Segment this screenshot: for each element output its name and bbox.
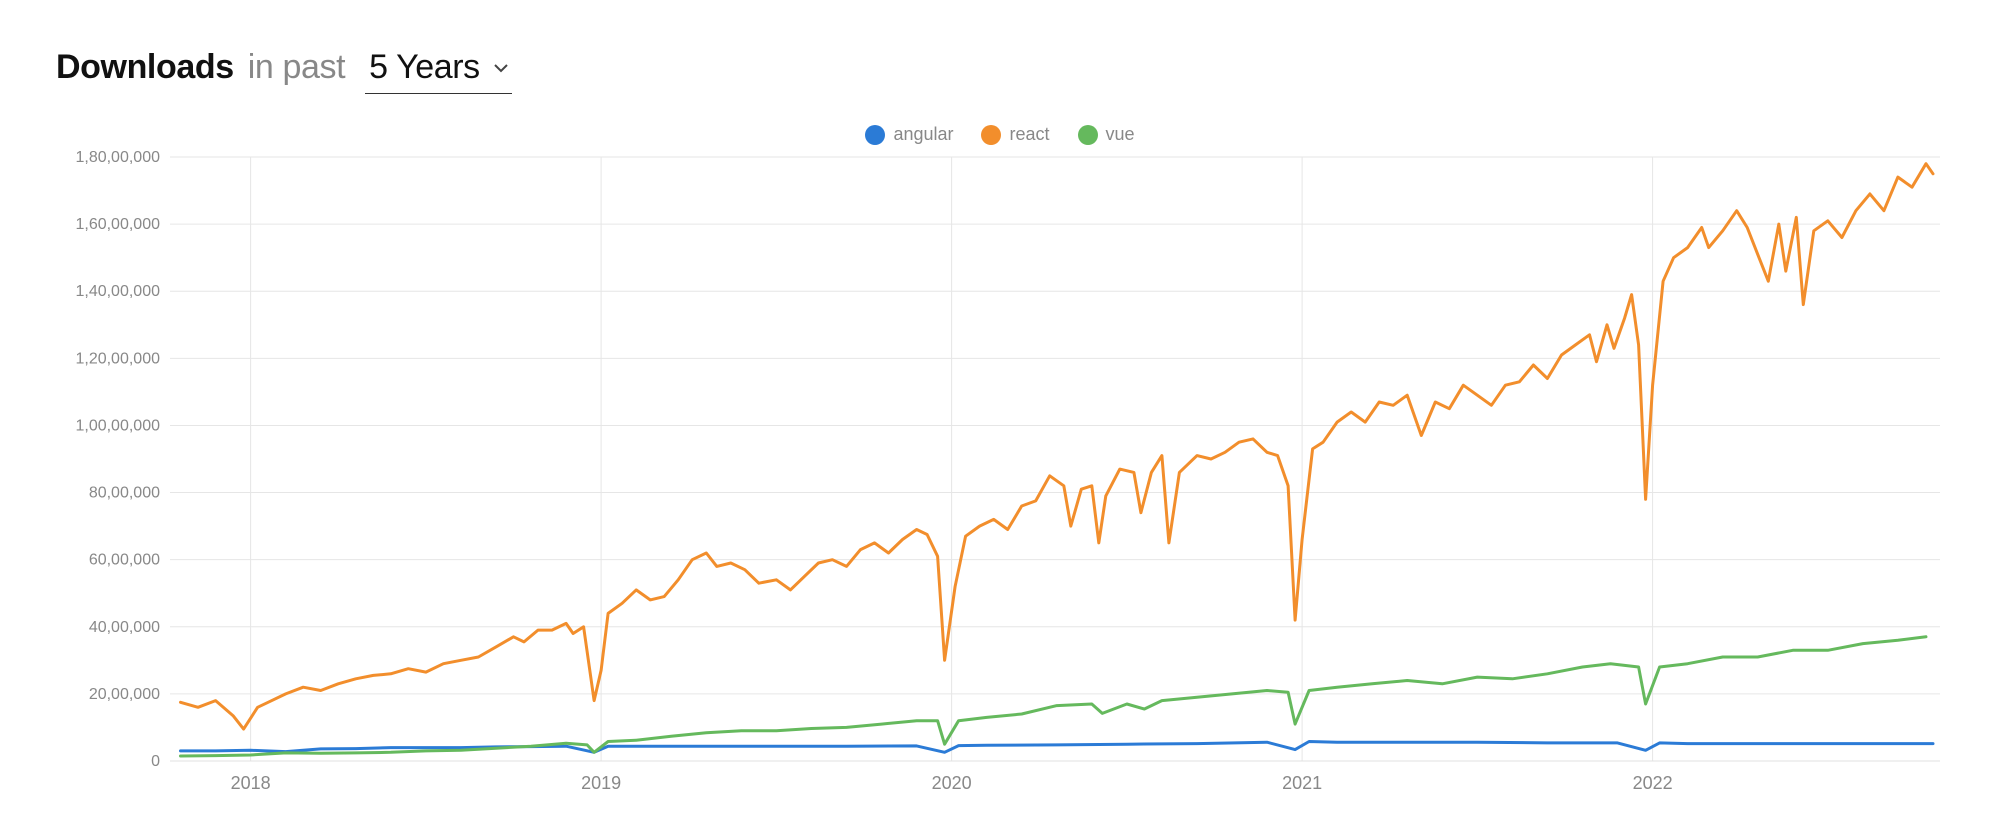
swatch-icon (1078, 125, 1098, 145)
range-value: 5 Years (369, 48, 480, 87)
svg-text:40,00,000: 40,00,000 (89, 619, 160, 636)
swatch-icon (865, 125, 885, 145)
svg-text:1,40,00,000: 1,40,00,000 (75, 283, 160, 300)
series-react (181, 164, 1934, 729)
swatch-icon (981, 125, 1001, 145)
svg-text:80,00,000: 80,00,000 (89, 485, 160, 502)
chart-plot: 0 20,00,000 40,00,000 60,00,000 80,00,000 1,0… (40, 149, 1960, 809)
svg-text:0: 0 (151, 753, 160, 770)
header-title: Downloads (56, 48, 234, 87)
chart-header: Downloads in past 5 Years (56, 48, 1960, 94)
series-vue (181, 637, 1927, 756)
svg-text:1,20,00,000: 1,20,00,000 (75, 350, 160, 367)
svg-text:1,00,00,000: 1,00,00,000 (75, 417, 160, 434)
svg-text:2021: 2021 (1282, 773, 1322, 793)
chevron-down-icon (494, 63, 508, 73)
header-subtitle: in past (248, 48, 345, 87)
range-dropdown[interactable]: 5 Years (365, 48, 512, 94)
legend-label: react (1009, 124, 1049, 145)
legend-label: angular (893, 124, 953, 145)
svg-text:2018: 2018 (231, 773, 271, 793)
svg-text:1,80,00,000: 1,80,00,000 (75, 149, 160, 166)
svg-text:2022: 2022 (1633, 773, 1673, 793)
svg-text:2019: 2019 (581, 773, 621, 793)
legend-label: vue (1106, 124, 1135, 145)
svg-text:20,00,000: 20,00,000 (89, 686, 160, 703)
svg-text:2020: 2020 (932, 773, 972, 793)
line-chart-svg: 0 20,00,000 40,00,000 60,00,000 80,00,000 1,0… (40, 149, 1960, 809)
legend-item-vue[interactable]: vue (1078, 124, 1135, 145)
legend-item-angular[interactable]: angular (865, 124, 953, 145)
svg-text:1,60,00,000: 1,60,00,000 (75, 216, 160, 233)
chart-legend: angular react vue (40, 124, 1960, 145)
svg-text:60,00,000: 60,00,000 (89, 552, 160, 569)
legend-item-react[interactable]: react (981, 124, 1049, 145)
